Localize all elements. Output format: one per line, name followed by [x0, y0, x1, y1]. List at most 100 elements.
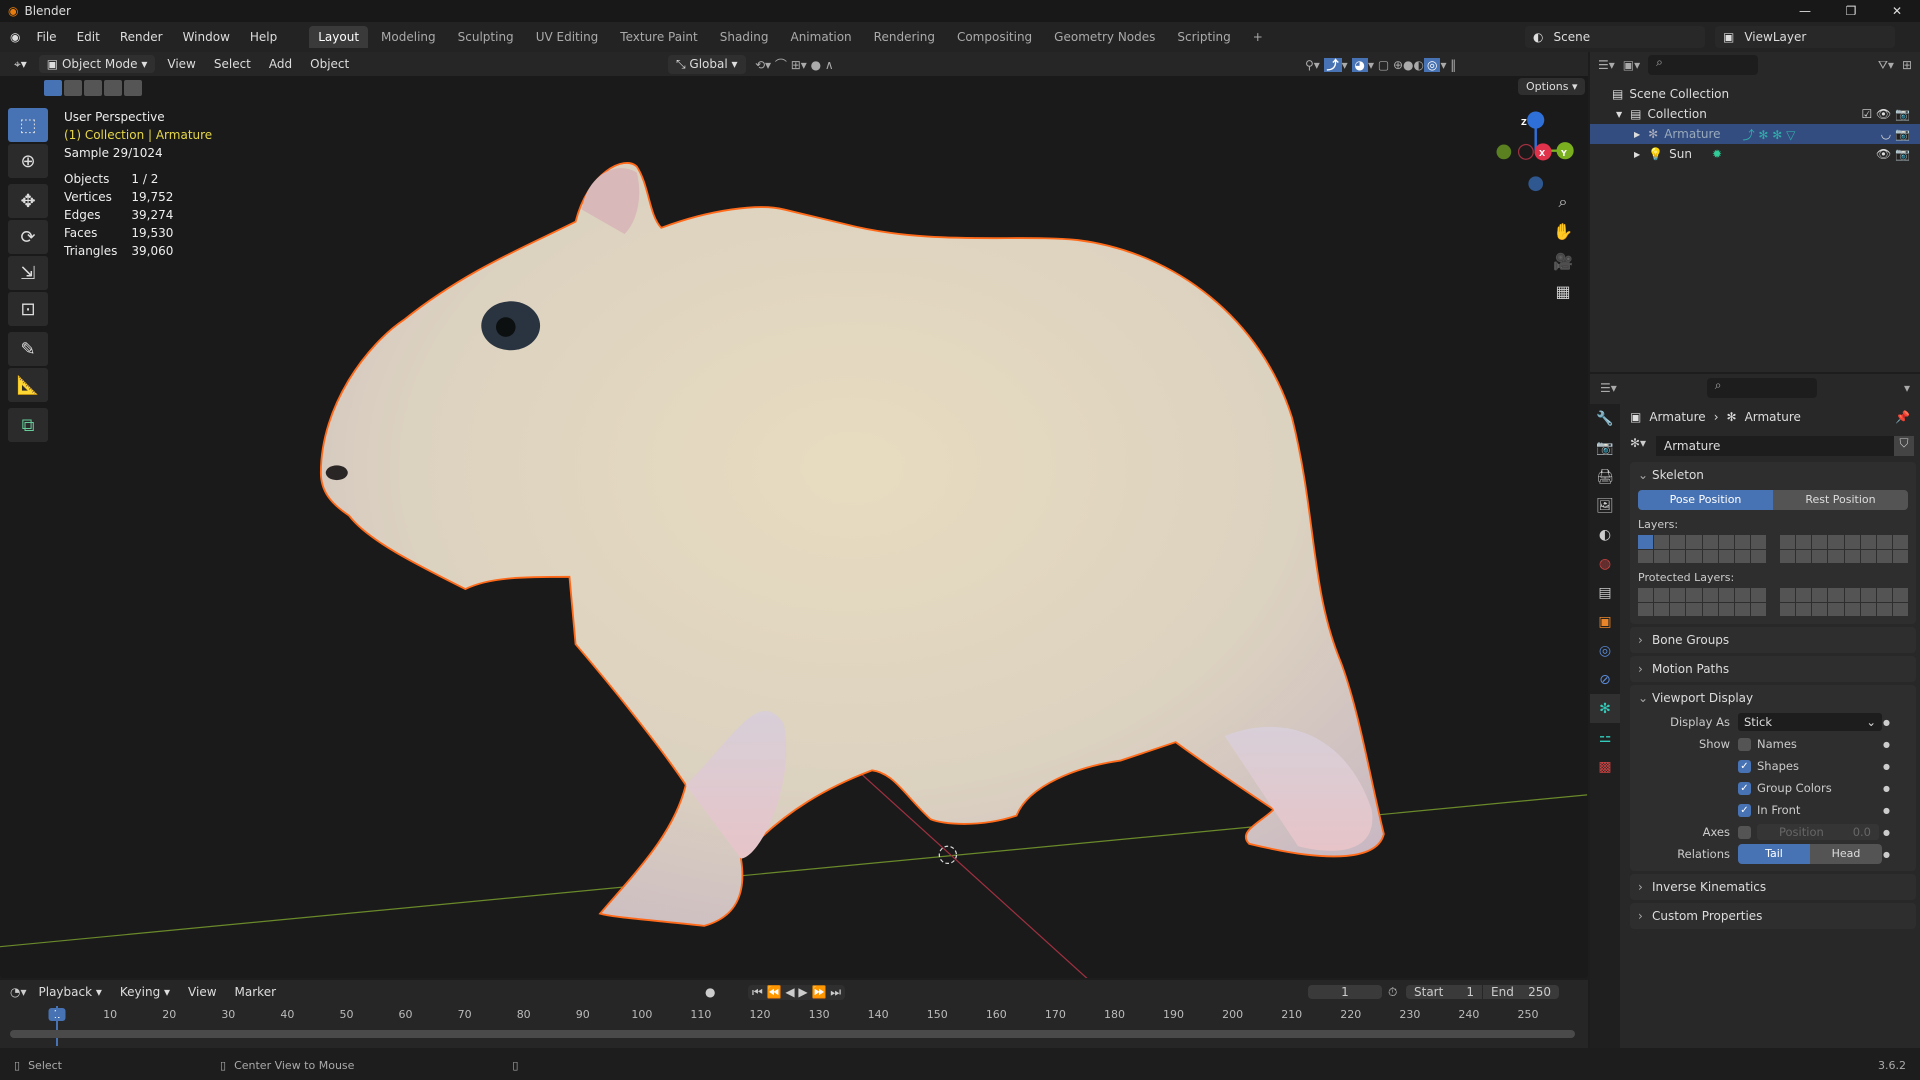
- keyframe-dot[interactable]: ●: [1883, 740, 1890, 749]
- tail-button[interactable]: Tail: [1738, 844, 1810, 864]
- stopwatch-icon[interactable]: ⏱: [1388, 985, 1397, 1000]
- tab-modeling[interactable]: Modeling: [372, 26, 445, 48]
- autokey-record-button[interactable]: ●: [705, 985, 715, 999]
- data-block-selector[interactable]: ✻▾ Armature ⛉: [1630, 436, 1914, 456]
- scale-tool[interactable]: ⇲: [8, 256, 48, 290]
- outliner-item-sun[interactable]: ▶ 💡 Sun ✹ 👁 📷: [1590, 144, 1920, 164]
- transform-tool[interactable]: ⊡: [8, 292, 48, 326]
- menu-render[interactable]: Render: [112, 27, 171, 47]
- outliner-search[interactable]: ⌕: [1648, 55, 1759, 75]
- filter-view-icon[interactable]: ▣▾: [1623, 58, 1640, 72]
- frame-ruler[interactable]: 1102030405060708090100110120130140150160…: [0, 1004, 1588, 1024]
- menu-file[interactable]: File: [28, 27, 64, 47]
- data-name-field[interactable]: Armature: [1656, 436, 1894, 456]
- filter-icon[interactable]: ⛛▾: [1878, 58, 1894, 73]
- outliner-item-scene-collection[interactable]: ▤ Scene Collection: [1590, 84, 1920, 104]
- menu-view[interactable]: View: [182, 983, 222, 1001]
- start-frame-field[interactable]: Start 1: [1406, 985, 1482, 999]
- tab-shading[interactable]: Shading: [711, 26, 778, 48]
- visibility-icons[interactable]: ☑ 👁 📷: [1861, 107, 1910, 121]
- tool-tab-icon[interactable]: 🔧: [1590, 404, 1620, 433]
- tab-geometry-nodes[interactable]: Geometry Nodes: [1045, 26, 1164, 48]
- display-as-dropdown[interactable]: Stick ⌄: [1738, 713, 1882, 731]
- layers-grid[interactable]: [1630, 535, 1916, 563]
- end-frame-field[interactable]: End 250: [1483, 985, 1559, 999]
- editor-type-icon[interactable]: ☰▾: [1600, 381, 1617, 395]
- pose-rest-toggle[interactable]: Pose Position Rest Position: [1638, 490, 1908, 510]
- zoom-icon[interactable]: ⌕: [1550, 192, 1576, 218]
- outliner-item-armature[interactable]: ▶ ✻ Armature ⤴ ✻ ✻ ▽ ◡ 📷: [1590, 124, 1920, 144]
- add-cube-tool[interactable]: ⧉: [8, 408, 48, 442]
- maximize-button[interactable]: ❐: [1828, 0, 1874, 22]
- rotate-tool[interactable]: ⟳: [8, 220, 48, 254]
- menu-edit[interactable]: Edit: [69, 27, 108, 47]
- snap-pivot-icons[interactable]: ⟲▾ ⌒ ⊞▾ ● ∧: [755, 56, 834, 73]
- timeline-scrollbar[interactable]: [10, 1030, 1575, 1038]
- pose-position-button[interactable]: Pose Position: [1638, 490, 1773, 510]
- editor-type-icon[interactable]: ⌖▾: [8, 55, 33, 74]
- gizmo-y-label[interactable]: Y: [1561, 149, 1567, 158]
- 3d-viewport[interactable]: Z X Y ⌕ ✋ 🎥 ▦: [0, 52, 1588, 978]
- expand-icon[interactable]: ▶: [1634, 150, 1640, 159]
- pan-hand-icon[interactable]: ✋: [1550, 222, 1576, 248]
- measure-tool[interactable]: 📐: [8, 368, 48, 402]
- scene-selector[interactable]: ◐ Scene: [1525, 26, 1705, 48]
- minimize-button[interactable]: —: [1782, 0, 1828, 22]
- keyframe-dot[interactable]: ●: [1883, 828, 1890, 837]
- menu-object[interactable]: Object: [304, 55, 355, 73]
- tab-scripting[interactable]: Scripting: [1168, 26, 1239, 48]
- new-collection-icon[interactable]: ⊞: [1902, 58, 1912, 72]
- axes-position-field[interactable]: Position 0.0: [1757, 824, 1879, 840]
- object-tab-icon[interactable]: ▣: [1590, 607, 1620, 636]
- tab-texture-paint[interactable]: Texture Paint: [611, 26, 706, 48]
- fake-user-icon[interactable]: ⛉: [1894, 436, 1914, 456]
- view-layer-selector[interactable]: ▣ ViewLayer: [1715, 26, 1895, 48]
- playback-controls[interactable]: ⏮ ⏪ ◀ ▶ ⏩ ⏭: [748, 984, 846, 1000]
- menu-playback[interactable]: Playback ▾: [33, 983, 108, 1001]
- view-layer-tab-icon[interactable]: 🖼: [1590, 491, 1620, 520]
- expand-icon[interactable]: ▶: [1634, 130, 1640, 139]
- editor-type-icon[interactable]: ◔▾: [10, 985, 27, 999]
- tab-compositing[interactable]: Compositing: [948, 26, 1041, 48]
- armature-browse-icon[interactable]: ✻▾: [1630, 436, 1656, 456]
- relations-toggle[interactable]: Tail Head: [1738, 844, 1882, 864]
- keyframe-dot[interactable]: ●: [1883, 850, 1890, 859]
- rest-position-button[interactable]: Rest Position: [1773, 490, 1908, 510]
- visibility-icons[interactable]: 👁 📷: [1876, 147, 1910, 161]
- custom-properties-panel[interactable]: › Custom Properties: [1630, 903, 1916, 929]
- tab-sculpting[interactable]: Sculpting: [449, 26, 523, 48]
- options-chevron-icon[interactable]: ▾: [1904, 381, 1910, 395]
- texture-tab-icon[interactable]: ▩: [1590, 752, 1620, 781]
- current-frame-field[interactable]: 1: [1308, 985, 1382, 999]
- panel-header[interactable]: ⌄ Skeleton: [1630, 462, 1916, 488]
- blender-menu-icon[interactable]: ◉: [10, 30, 20, 44]
- shapes-checkbox[interactable]: ✓: [1738, 759, 1751, 773]
- render-tab-icon[interactable]: 📷: [1590, 433, 1620, 462]
- collection-tab-icon[interactable]: ▤: [1590, 578, 1620, 607]
- visibility-icons[interactable]: ◡ 📷: [1881, 127, 1910, 141]
- names-checkbox[interactable]: [1738, 737, 1751, 751]
- armature-data-tab-icon[interactable]: ✻: [1590, 694, 1620, 723]
- outliner-item-collection[interactable]: ▼ ▤ Collection ☑ 👁 📷: [1590, 104, 1920, 124]
- output-tab-icon[interactable]: 🖨: [1590, 462, 1620, 491]
- tab-animation[interactable]: Animation: [781, 26, 860, 48]
- keyframe-dot[interactable]: ●: [1883, 718, 1890, 727]
- cursor-tool[interactable]: ⊕: [8, 144, 48, 178]
- constraints-tab-icon[interactable]: ⊘: [1590, 665, 1620, 694]
- display-mode-icon[interactable]: ☰▾: [1598, 58, 1615, 72]
- pin-icon[interactable]: 📌: [1895, 410, 1910, 424]
- bone-tab-icon[interactable]: ⚍: [1590, 723, 1620, 752]
- inverse-kinematics-panel[interactable]: › Inverse Kinematics: [1630, 874, 1916, 900]
- gizmo-z-label[interactable]: Z: [1521, 118, 1527, 127]
- select-box-tool[interactable]: ⬚: [8, 108, 48, 142]
- menu-view[interactable]: View: [161, 55, 201, 73]
- select-mode-buttons[interactable]: [44, 80, 142, 96]
- tab-uv-editing[interactable]: UV Editing: [527, 26, 608, 48]
- tab-layout[interactable]: Layout: [309, 26, 369, 48]
- menu-help[interactable]: Help: [242, 27, 285, 47]
- head-button[interactable]: Head: [1810, 844, 1882, 864]
- camera-view-icon[interactable]: 🎥: [1550, 252, 1576, 278]
- world-tab-icon[interactable]: ◍: [1590, 549, 1620, 578]
- keyframe-dot[interactable]: ●: [1883, 806, 1890, 815]
- menu-select[interactable]: Select: [208, 55, 257, 73]
